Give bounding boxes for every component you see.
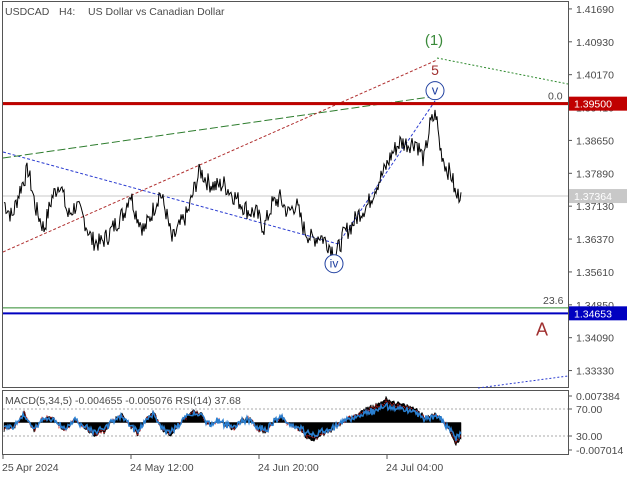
chart-symbol: USDCAD (5, 6, 50, 18)
wave-label-v: v (432, 83, 439, 98)
price-tick-label: 1.35610 (576, 267, 614, 279)
price-tick-label: 1.36370 (576, 234, 614, 246)
price-tick-label: 1.34090 (576, 333, 614, 345)
chart-description: US Dollar vs Canadian Dollar (88, 6, 225, 18)
indicator-header: MACD(5,34,5) -0.004655 -0.005076 RSI(14)… (5, 395, 241, 407)
price-tick-label: 1.40930 (576, 37, 614, 49)
price-tick-label: 1.33330 (576, 366, 614, 378)
usdcad-chart: USDCAD H4: US Dollar vs Canadian Dollar … (2, 1, 627, 474)
wave-label-a: A (536, 320, 548, 340)
price-tick-label: 1.38650 (576, 135, 614, 147)
indicator-tick-label: 0.007384 (576, 391, 620, 403)
wave-label-iv: iv (330, 257, 339, 271)
current-price-badge-label: 1.37364 (574, 191, 612, 203)
price-tick-label: 1.37890 (576, 168, 614, 180)
time-tick-label: 24 Jul 04:00 (386, 462, 443, 474)
price-tick-label: 1.41690 (576, 4, 614, 16)
indicator-tick-label: -0.007014 (576, 445, 623, 457)
support-badge-label: 1.34653 (574, 308, 612, 320)
price-tick-label: 1.40170 (576, 70, 614, 82)
time-axis: 25 Apr 2024 24 May 12:00 24 Jun 20:00 24 Ju… (2, 455, 443, 474)
fib-0-label: 0.0 (548, 91, 563, 103)
main-chart-frame (2, 1, 569, 388)
wave-label-5: 5 (431, 62, 439, 78)
time-tick-label: 25 Apr 2024 (2, 462, 59, 474)
time-tick-label: 24 May 12:00 (130, 462, 194, 474)
chart-timeframe: H4: (59, 6, 75, 18)
indicator-tick-label: 70.00 (576, 404, 602, 416)
indicator-tick-label: 30.00 (576, 431, 602, 443)
time-tick-label: 24 Jun 20:00 (258, 462, 319, 474)
resistance-badge-label: 1.39500 (574, 99, 612, 111)
wave-label-1: (1) (425, 32, 443, 49)
fib-236-label: 23.6 (543, 295, 564, 307)
